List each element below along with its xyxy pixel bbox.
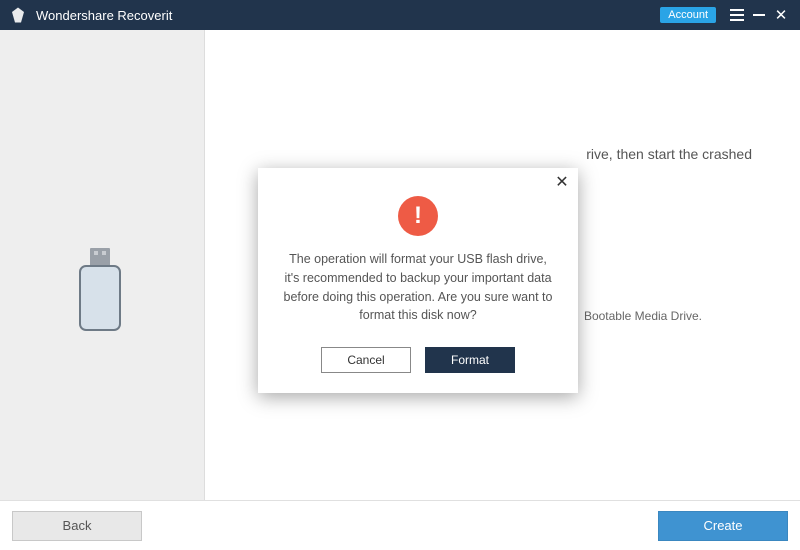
close-window-button[interactable]: ✕	[770, 0, 792, 30]
warning-glyph: !	[414, 202, 422, 230]
account-button[interactable]: Account	[660, 7, 716, 23]
main-body: rive, then start the crashed Bootable Me…	[0, 30, 800, 500]
app-logo-icon	[8, 5, 28, 25]
titlebar: Wondershare Recoverit Account ✕	[0, 0, 800, 30]
dialog-button-row: Cancel Format	[258, 347, 578, 373]
format-button[interactable]: Format	[425, 347, 515, 373]
format-confirm-dialog: ✕ ! The operation will format your USB f…	[258, 168, 578, 393]
cancel-button[interactable]: Cancel	[321, 347, 411, 373]
warning-icon: !	[398, 196, 438, 236]
close-icon[interactable]: ✕	[552, 172, 572, 192]
minimize-button[interactable]	[748, 0, 770, 30]
hamburger-menu-icon[interactable]	[726, 0, 748, 30]
footer-bar: Back Create	[0, 500, 800, 550]
dialog-message: The operation will format your USB flash…	[258, 250, 578, 325]
app-title: Wondershare Recoverit	[36, 8, 660, 23]
modal-backdrop: ✕ ! The operation will format your USB f…	[0, 30, 800, 500]
back-button[interactable]: Back	[12, 511, 142, 541]
create-button[interactable]: Create	[658, 511, 788, 541]
